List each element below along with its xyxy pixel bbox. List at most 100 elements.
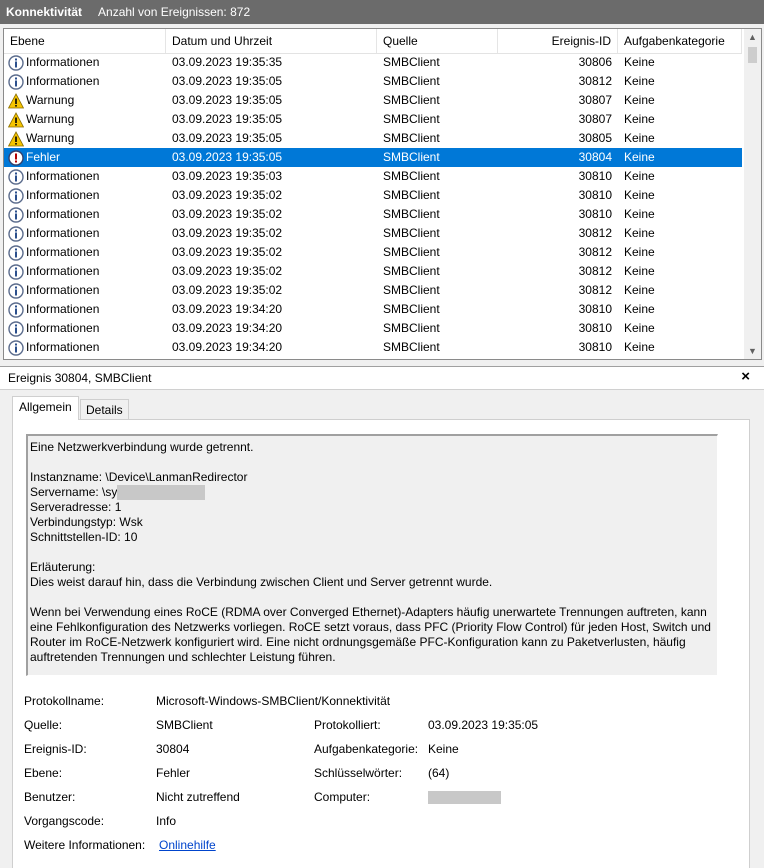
table-row[interactable]: Warnung 03.09.2023 19:35:05 SMBClient 30807… — [4, 91, 742, 110]
column-header-date[interactable]: Datum und Uhrzeit — [166, 29, 377, 53]
prop-source: SMBClient — [156, 718, 213, 732]
desc-conn-type: Verbindungstyp: Wsk — [30, 515, 143, 529]
row-level: Fehler — [26, 150, 61, 164]
row-category: Keine — [624, 55, 655, 69]
prop-task: Keine — [428, 742, 459, 756]
row-category: Keine — [624, 207, 655, 221]
row-level: Warnung — [26, 131, 75, 145]
row-date: 03.09.2023 19:34:20 — [172, 302, 283, 316]
row-level: Informationen — [26, 283, 100, 297]
row-category: Keine — [624, 169, 655, 183]
row-category: Keine — [624, 226, 655, 240]
table-row[interactable]: Fehler 03.09.2023 19:35:05 SMBClient 30804 K… — [4, 148, 742, 167]
scroll-down-icon[interactable]: ▼ — [744, 343, 761, 359]
table-row[interactable]: Informationen 03.09.2023 19:34:20 SMBClien… — [4, 300, 742, 319]
row-level: Informationen — [26, 340, 100, 354]
desc-paragraph-4: auftretenden Trennungen und schlechter L… — [30, 650, 336, 664]
row-date: 03.09.2023 19:34:20 — [172, 340, 283, 354]
redacted-computer — [428, 791, 501, 804]
prop-log-name-label: Protokollname: — [24, 694, 105, 708]
row-source: SMBClient — [383, 207, 440, 221]
row-source: SMBClient — [383, 188, 440, 202]
row-event-id: 30804 — [578, 150, 612, 164]
prop-level: Fehler — [156, 766, 191, 780]
prop-source-label: Quelle: — [24, 718, 63, 732]
prop-level-label: Ebene: — [24, 766, 63, 780]
table-row[interactable]: Informationen 03.09.2023 19:35:02 SMBClien… — [4, 262, 742, 281]
prop-keywords: (64) — [428, 766, 450, 780]
tab-general[interactable]: Allgemein — [12, 396, 79, 420]
row-event-id: 30812 — [578, 283, 612, 297]
row-date: 03.09.2023 19:35:02 — [172, 283, 283, 297]
desc-line: Eine Netzwerkverbindung wurde getrennt. — [30, 440, 254, 454]
row-event-id: 30810 — [578, 340, 612, 354]
row-level: Warnung — [26, 112, 75, 126]
table-row[interactable]: Informationen 03.09.2023 19:35:05 SMBClien… — [4, 72, 742, 91]
desc-paragraph-1: Wenn bei Verwendung eines RoCE (RDMA ove… — [30, 605, 707, 619]
row-date: 03.09.2023 19:35:03 — [172, 169, 283, 183]
row-category: Keine — [624, 131, 655, 145]
vertical-scrollbar[interactable]: ▲ ▼ — [744, 29, 761, 359]
row-date: 03.09.2023 19:35:02 — [172, 245, 283, 259]
close-icon[interactable]: × — [741, 368, 750, 385]
table-row[interactable]: Informationen 03.09.2023 19:35:02 SMBClien… — [4, 224, 742, 243]
online-help-link[interactable]: Onlinehilfe — [159, 838, 216, 852]
row-category: Keine — [624, 283, 655, 297]
row-level: Informationen — [26, 302, 100, 316]
desc-paragraph-3: Router im RoCE-Netzwerk konfiguriert wir… — [30, 635, 686, 649]
event-list[interactable]: Ebene Datum und Uhrzeit Quelle Ereignis-… — [3, 28, 762, 360]
row-level: Informationen — [26, 55, 100, 69]
row-category: Keine — [624, 245, 655, 259]
prop-opcode: Info — [156, 814, 177, 828]
row-event-id: 30807 — [578, 112, 612, 126]
row-category: Keine — [624, 112, 655, 126]
table-row[interactable]: Informationen 03.09.2023 19:35:02 SMBClien… — [4, 186, 742, 205]
row-source: SMBClient — [383, 321, 440, 335]
column-header-level[interactable]: Ebene — [4, 29, 166, 53]
desc-explanation-label: Erläuterung: — [30, 560, 96, 574]
table-row[interactable]: Informationen 03.09.2023 19:35:35 SMBClien… — [4, 53, 742, 72]
table-row[interactable]: Warnung 03.09.2023 19:35:05 SMBClient 30807… — [4, 110, 742, 129]
table-row[interactable]: Informationen 03.09.2023 19:34:20 SMBClien… — [4, 319, 742, 338]
table-row[interactable]: Informationen 03.09.2023 19:35:02 SMBClien… — [4, 281, 742, 300]
row-source: SMBClient — [383, 302, 440, 316]
row-event-id: 30812 — [578, 226, 612, 240]
prop-user-label: Benutzer: — [24, 790, 76, 804]
row-source: SMBClient — [383, 150, 440, 164]
row-event-id: 30807 — [578, 93, 612, 107]
scroll-thumb[interactable] — [748, 47, 757, 63]
row-date: 03.09.2023 19:35:05 — [172, 150, 283, 164]
desc-server-name: Servername: \sy — [30, 485, 118, 499]
row-date: 03.09.2023 19:35:02 — [172, 264, 283, 278]
row-date: 03.09.2023 19:35:05 — [172, 131, 283, 145]
scroll-up-icon[interactable]: ▲ — [744, 29, 761, 45]
desc-server-addr: Serveradresse: 1 — [30, 500, 122, 514]
column-header-source[interactable]: Quelle — [377, 29, 498, 53]
table-row[interactable]: Informationen 03.09.2023 19:34:20 SMBClien… — [4, 338, 742, 357]
row-event-id: 30812 — [578, 245, 612, 259]
table-row[interactable]: Informationen 03.09.2023 19:35:03 SMBClien… — [4, 167, 742, 186]
table-row[interactable]: Informationen 03.09.2023 19:35:02 SMBClien… — [4, 205, 742, 224]
row-date: 03.09.2023 19:35:35 — [172, 55, 283, 69]
row-event-id: 30812 — [578, 74, 612, 88]
event-rows: Informationen 03.09.2023 19:35:35 SMBClien… — [4, 53, 742, 357]
event-description: Eine Netzwerkverbindung wurde getrennt. … — [26, 434, 718, 676]
log-name-title: Konnektivität — [6, 5, 83, 19]
row-event-id: 30806 — [578, 55, 612, 69]
row-source: SMBClient — [383, 55, 440, 69]
prop-keywords-label: Schlüsselwörter: — [314, 766, 403, 780]
tab-details[interactable]: Details — [80, 399, 129, 420]
desc-interface-id: Schnittstellen-ID: 10 — [30, 530, 138, 544]
row-source: SMBClient — [383, 264, 440, 278]
column-header-task-category[interactable]: Aufgabenkategorie — [618, 29, 742, 53]
event-count: Anzahl von Ereignissen: 872 — [98, 5, 251, 19]
row-date: 03.09.2023 19:35:05 — [172, 93, 283, 107]
row-date: 03.09.2023 19:35:02 — [172, 188, 283, 202]
desc-server-name-row: Servername: \sy — [30, 485, 715, 500]
table-row[interactable]: Informationen 03.09.2023 19:35:02 SMBClien… — [4, 243, 742, 262]
column-header-event-id[interactable]: Ereignis-ID — [498, 29, 618, 53]
table-row[interactable]: Warnung 03.09.2023 19:35:05 SMBClient 30805… — [4, 129, 742, 148]
detail-title: Ereignis 30804, SMBClient — [8, 371, 152, 385]
row-category: Keine — [624, 264, 655, 278]
row-category: Keine — [624, 93, 655, 107]
